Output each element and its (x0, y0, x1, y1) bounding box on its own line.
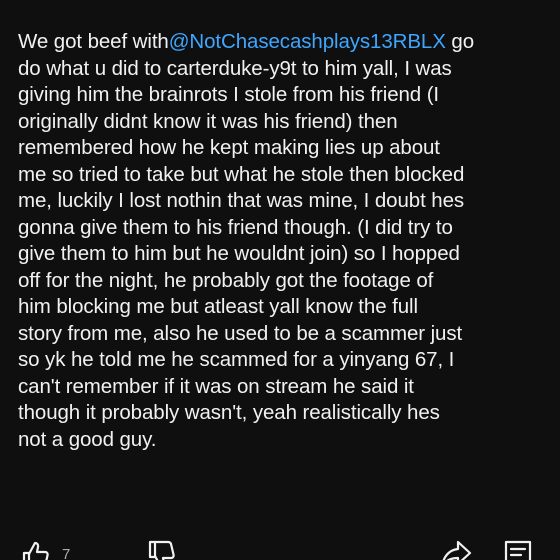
comment-line: We got beef with@NotChasecashplays13RBLX… (18, 29, 546, 56)
comment-line: me so tried to take but what he stole th… (18, 162, 465, 186)
comment-line: can't remember if it was on stream he sa… (18, 374, 414, 398)
comment-line: though it probably wasn't, yeah realisti… (18, 401, 440, 424)
comment-line: off for the night, he probably got the f… (18, 268, 434, 292)
reply-button[interactable] (502, 540, 534, 560)
thumbs-down-icon (148, 540, 175, 560)
share-icon (442, 540, 472, 560)
comment-text: We got beef with (18, 30, 169, 53)
comment-line: do what u did to carterduke-y9t to him y… (18, 56, 452, 80)
comment-line: give them to him but he wouldnt join) so… (18, 242, 460, 265)
comment-line: so yk he told me he scammed for a yinyan… (18, 348, 455, 371)
comment-body: We got beef with@NotChasecashplays13RBLX… (18, 29, 546, 453)
comment-line: not a good guy. (18, 427, 157, 451)
dislike-button[interactable] (146, 540, 176, 560)
comment-line: remembered how he kept making lies up ab… (18, 136, 440, 159)
comment-line: me, luckily I lost nothin that was mine,… (18, 189, 465, 212)
comment-line: gonna give them to his friend though. (I… (18, 215, 453, 239)
comment-line: him blocking me but atleast yall know th… (18, 295, 418, 318)
share-button[interactable] (440, 540, 472, 560)
comment-line: originally didnt know it was his friend)… (18, 109, 398, 133)
comment-actions-bar: 7 (0, 540, 560, 560)
user-mention-link[interactable]: @NotChasecashplays13RBLX (169, 30, 446, 53)
thumbs-up-icon (22, 541, 49, 560)
comment-line: giving him the brainrots I stole from hi… (18, 83, 440, 106)
like-button[interactable] (20, 540, 50, 560)
reply-icon (504, 540, 532, 560)
comment-text: go (445, 30, 475, 53)
comment-line: story from me, also he used to be a scam… (18, 321, 463, 345)
like-count: 7 (62, 546, 71, 560)
